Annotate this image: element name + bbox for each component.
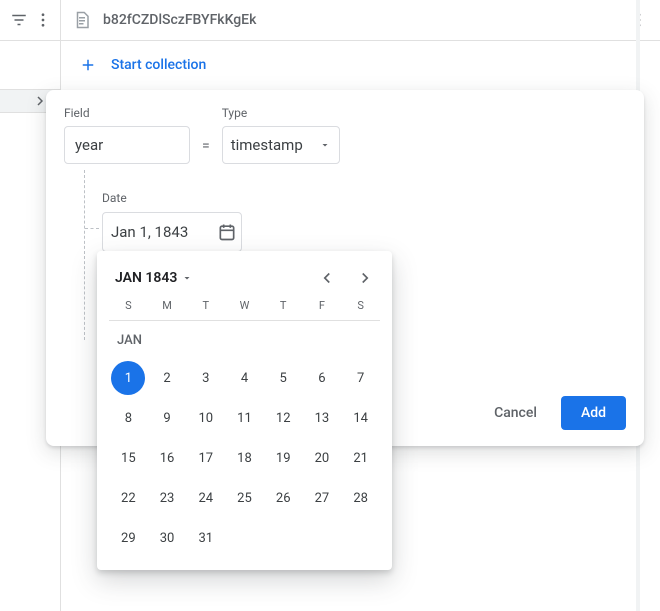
- day-cell[interactable]: 29: [109, 518, 148, 558]
- start-collection-button[interactable]: Start collection: [60, 41, 660, 89]
- day-cell[interactable]: 3: [186, 358, 225, 398]
- datepicker-month-year-button[interactable]: JAN 1843: [115, 270, 193, 286]
- date-label: Date: [102, 191, 127, 205]
- day-cell[interactable]: 19: [264, 438, 303, 478]
- weekday-label: T: [186, 299, 225, 312]
- weekday-label: S: [341, 299, 380, 312]
- day-cell[interactable]: 21: [341, 438, 380, 478]
- add-button[interactable]: Add: [561, 396, 626, 430]
- day-cell[interactable]: 4: [225, 358, 264, 398]
- datepicker-month-label: JAN: [109, 321, 380, 358]
- day-cell[interactable]: 6: [303, 358, 342, 398]
- plus-icon: [79, 56, 97, 74]
- cancel-button[interactable]: Cancel: [480, 397, 551, 429]
- datepicker-title: JAN 1843: [115, 270, 177, 286]
- day-cell[interactable]: 14: [341, 398, 380, 438]
- day-cell[interactable]: 9: [148, 398, 187, 438]
- day-cell[interactable]: 10: [186, 398, 225, 438]
- datepicker: JAN 1843 SMTWTFS JAN 1234567891011121314…: [97, 251, 392, 570]
- dropdown-icon: [181, 272, 193, 284]
- day-cell[interactable]: 5: [264, 358, 303, 398]
- day-cell[interactable]: 24: [186, 478, 225, 518]
- day-cell[interactable]: 15: [109, 438, 148, 478]
- weekday-label: S: [109, 299, 148, 312]
- day-cell[interactable]: 22: [109, 478, 148, 518]
- weekday-label: M: [148, 299, 187, 312]
- day-cell[interactable]: 1: [109, 358, 148, 398]
- day-cell[interactable]: 13: [303, 398, 342, 438]
- document-icon: [73, 11, 91, 29]
- next-month-button[interactable]: [356, 269, 374, 287]
- day-cell[interactable]: 11: [225, 398, 264, 438]
- type-value: timestamp: [231, 136, 303, 154]
- day-cell[interactable]: 28: [341, 478, 380, 518]
- equals-label: =: [202, 138, 210, 154]
- filter-icon[interactable]: [10, 11, 28, 29]
- day-cell[interactable]: 31: [186, 518, 225, 558]
- weekday-label: T: [264, 299, 303, 312]
- calendar-icon[interactable]: [217, 222, 237, 242]
- day-cell[interactable]: 7: [341, 358, 380, 398]
- day-cell[interactable]: 17: [186, 438, 225, 478]
- prev-month-button[interactable]: [318, 269, 336, 287]
- day-cell[interactable]: 8: [109, 398, 148, 438]
- type-select[interactable]: timestamp: [222, 126, 340, 164]
- day-cell[interactable]: 12: [264, 398, 303, 438]
- day-cell[interactable]: 18: [225, 438, 264, 478]
- day-cell[interactable]: 16: [148, 438, 187, 478]
- day-cell[interactable]: 20: [303, 438, 342, 478]
- more-vert-icon[interactable]: [34, 11, 52, 29]
- date-input[interactable]: [111, 223, 211, 241]
- weekday-label: W: [225, 299, 264, 312]
- field-label: Field: [64, 106, 190, 120]
- type-label: Type: [222, 106, 340, 120]
- day-cell[interactable]: 27: [303, 478, 342, 518]
- day-cell[interactable]: 25: [225, 478, 264, 518]
- document-id: b82fCZDlSczFBYFkKgEk: [103, 12, 256, 28]
- start-collection-label: Start collection: [111, 57, 206, 73]
- dropdown-icon: [319, 139, 331, 151]
- day-cell[interactable]: 2: [148, 358, 187, 398]
- weekday-label: F: [303, 299, 342, 312]
- day-cell[interactable]: 23: [148, 478, 187, 518]
- day-cell[interactable]: 26: [264, 478, 303, 518]
- field-name-input[interactable]: [64, 126, 190, 164]
- day-cell[interactable]: 30: [148, 518, 187, 558]
